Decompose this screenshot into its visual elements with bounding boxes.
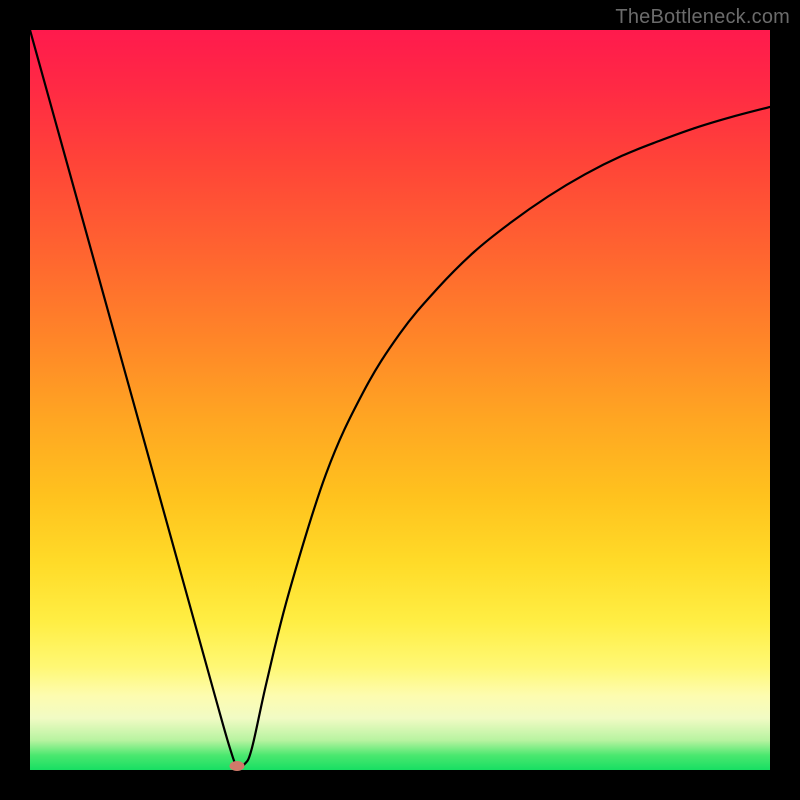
chart-frame: TheBottleneck.com [0, 0, 800, 800]
plot-area [30, 30, 770, 770]
watermark-text: TheBottleneck.com [615, 6, 790, 29]
curve-min-marker [230, 761, 245, 771]
bottleneck-curve [30, 30, 770, 770]
